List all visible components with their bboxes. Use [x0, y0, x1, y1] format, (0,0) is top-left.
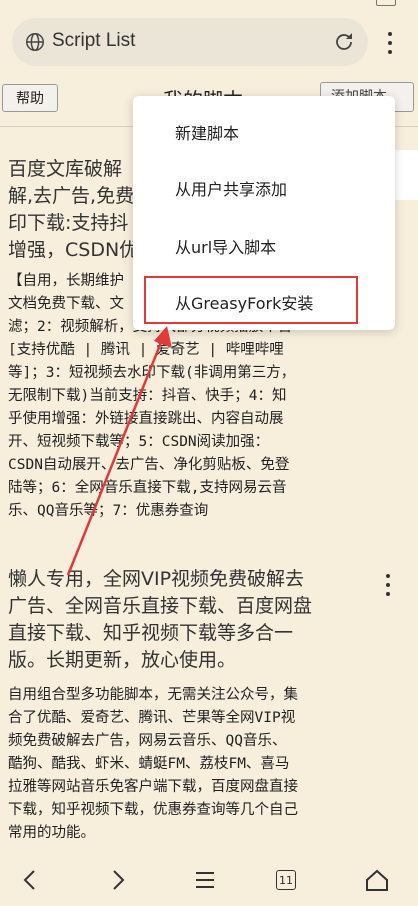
menu-item-new-script[interactable]: 新建脚本 — [175, 120, 239, 144]
home-icon[interactable] — [361, 864, 393, 896]
status-bar — [0, 0, 418, 10]
menu-icon[interactable] — [189, 864, 221, 896]
globe-icon — [26, 33, 44, 51]
script-options-icon[interactable] — [376, 566, 400, 606]
forward-icon[interactable] — [102, 864, 134, 896]
address-bar[interactable]: Script List — [12, 18, 368, 66]
highlight-box — [144, 276, 358, 324]
menu-item-import-from-url[interactable]: 从url导入脚本 — [175, 234, 276, 258]
browser-menu-icon[interactable] — [380, 28, 400, 58]
battery-icon — [376, 0, 396, 6]
script-title[interactable]: 懒人专用，全网VIP视频免费破解去 广告、全网音乐直接下载、百度网盘 直接下载、… — [8, 566, 358, 674]
add-script-menu: 新建脚本 从用户共享添加 从url导入脚本 从GreasyFork安装 — [133, 96, 395, 330]
menu-item-add-from-shared[interactable]: 从用户共享添加 — [175, 176, 287, 200]
help-button[interactable]: 帮助 — [2, 84, 58, 112]
side-tab[interactable] — [392, 150, 418, 200]
back-icon[interactable] — [14, 864, 46, 896]
url-text: Script List — [52, 30, 136, 51]
reload-icon[interactable] — [332, 30, 356, 54]
bottom-nav: 11 — [0, 856, 418, 906]
tabs-icon[interactable]: 11 — [276, 870, 296, 890]
script-description: 自用组合型多功能脚本，无需关注公众号，集 合了优酷、爱奇艺、腾讯、芒果等全网VI… — [8, 687, 298, 841]
